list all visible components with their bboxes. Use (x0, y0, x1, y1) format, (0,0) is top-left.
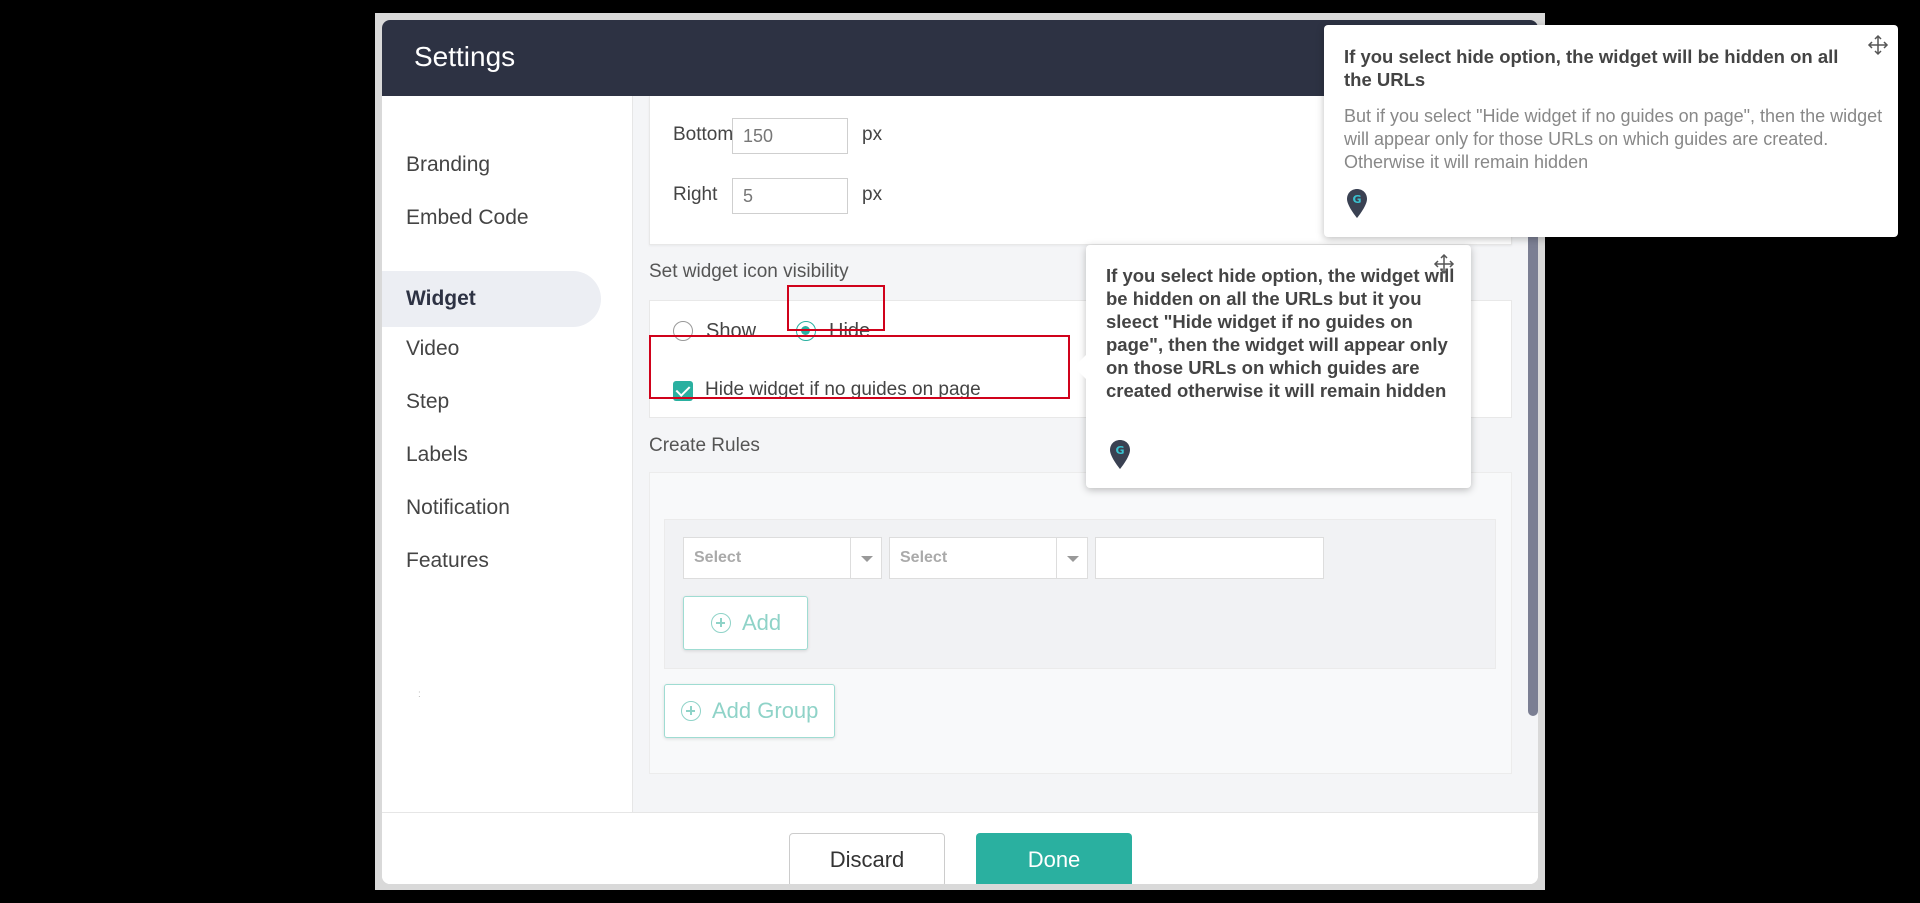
sidebar-item-embed-code[interactable]: Embed Code (382, 190, 600, 246)
bottom-label: Bottom (673, 124, 734, 145)
right-input[interactable]: 5 (732, 178, 848, 214)
rule-select-1-text: Select (694, 549, 742, 566)
chevron-down-icon (850, 538, 881, 578)
guide-pin-icon: G (1347, 189, 1367, 218)
modal-title: Settings (414, 41, 516, 72)
move-icon[interactable] (1867, 34, 1889, 56)
add-group-button-label: Add Group (712, 698, 819, 723)
svg-text:G: G (1115, 444, 1124, 457)
bottom-unit: px (862, 124, 883, 145)
content-scrollbar[interactable] (1528, 230, 1538, 802)
scrollbar-thumb[interactable] (1528, 230, 1538, 716)
add-rule-button[interactable]: Add (683, 596, 808, 650)
rule-value-input[interactable] (1095, 537, 1324, 579)
sidebar-item-video[interactable]: Video (382, 321, 600, 377)
rule-select-1[interactable]: Select (683, 537, 882, 579)
tooltip-top-body: But if you select "Hide widget if no gui… (1344, 106, 1883, 172)
tooltip-arrow (1074, 355, 1086, 379)
rule-select-2-text: Select (900, 549, 948, 566)
rule-select-2[interactable]: Select (889, 537, 1088, 579)
sidebar-dot: : (418, 689, 421, 700)
discard-button[interactable]: Discard (789, 833, 945, 884)
guide-pin-icon: G (1110, 440, 1130, 469)
modal-footer: Discard Done (382, 812, 1538, 884)
move-icon[interactable] (1433, 253, 1455, 275)
add-group-button[interactable]: Add Group (664, 684, 835, 738)
visibility-section-label: Set widget icon visibility (649, 261, 849, 282)
right-label: Right (673, 184, 718, 205)
hide-option-highlight (787, 285, 885, 331)
checkbox-highlight (649, 335, 1070, 399)
chevron-down-icon (1056, 538, 1087, 578)
guide-tooltip-mid: If you select hide option, the widget wi… (1074, 245, 1471, 488)
rule-group: Select Select Add (664, 519, 1496, 669)
sidebar-item-step[interactable]: Step (382, 374, 600, 430)
plus-circle-icon (711, 613, 731, 633)
guide-tooltip-top: If you select hide option, the widget wi… (1324, 25, 1898, 237)
bottom-input[interactable]: 150 (732, 118, 848, 154)
svg-text:G: G (1352, 193, 1361, 206)
create-rules-label: Create Rules (649, 435, 760, 456)
sidebar-item-notification[interactable]: Notification (382, 480, 600, 536)
plus-circle-icon (681, 701, 701, 721)
settings-sidebar: Branding Embed Code Widget Video Step La… (382, 96, 633, 812)
sidebar-item-features[interactable]: Features (382, 533, 600, 589)
right-unit: px (862, 184, 883, 205)
rules-card: Select Select Add Add Group (649, 472, 1512, 774)
tooltip-mid-text: If you select hide option, the widget wi… (1106, 265, 1455, 401)
done-button[interactable]: Done (976, 833, 1132, 884)
sidebar-item-branding[interactable]: Branding (382, 137, 600, 193)
tooltip-top-title: If you select hide option, the widget wi… (1344, 46, 1839, 90)
sidebar-item-widget[interactable]: Widget (382, 271, 601, 327)
add-rule-button-label: Add (742, 610, 782, 635)
sidebar-item-labels[interactable]: Labels (382, 427, 600, 483)
